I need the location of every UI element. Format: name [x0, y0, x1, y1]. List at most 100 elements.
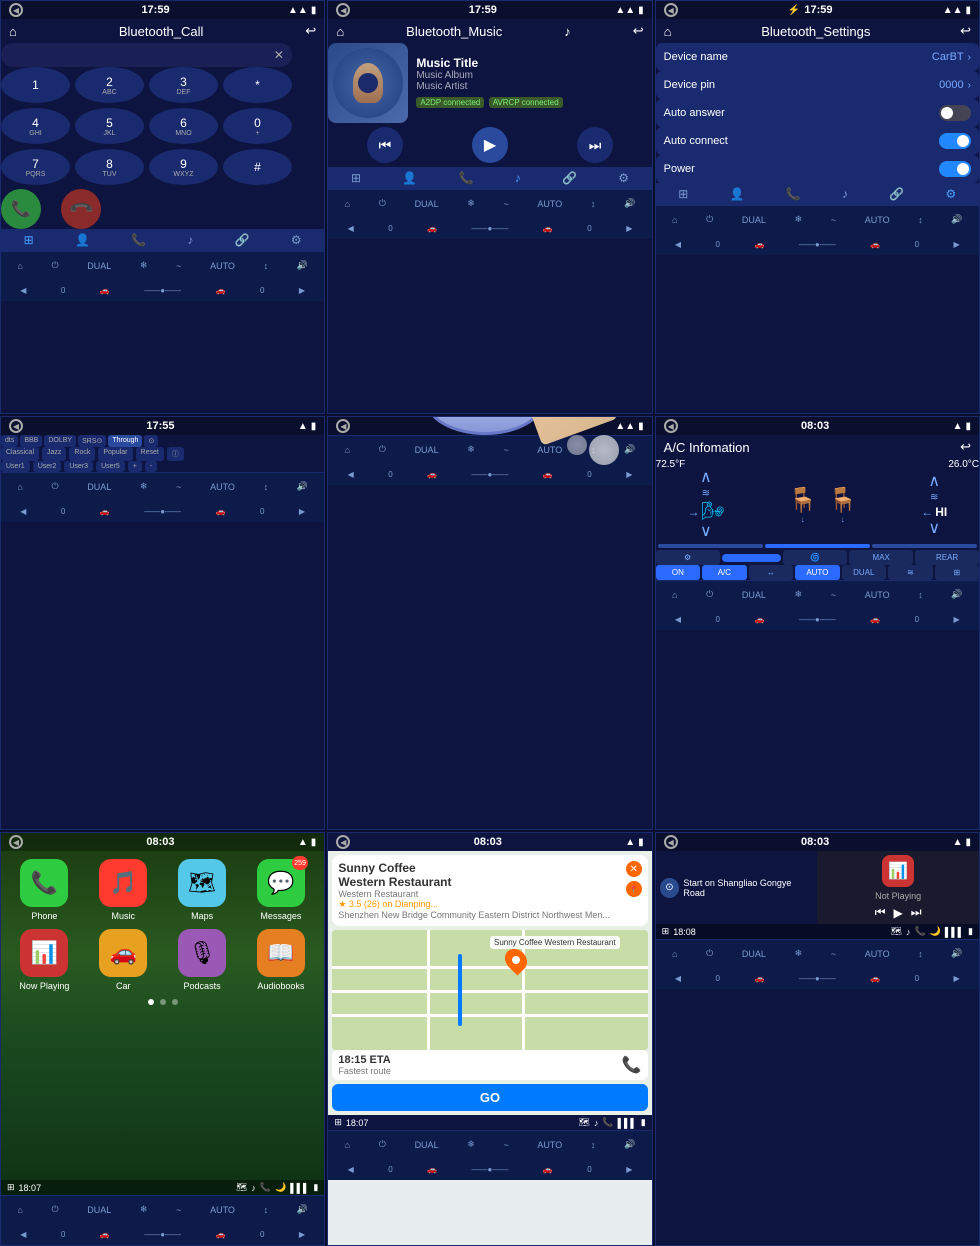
rear-defrost-btn[interactable]: ⊞ [935, 565, 979, 580]
auto-answer-toggle[interactable] [939, 105, 971, 121]
prev-button[interactable]: ⏮ [367, 127, 403, 163]
tab-user[interactable]: 👤 [75, 233, 90, 247]
fan-nav-p4[interactable]: ~ [176, 482, 181, 492]
seat-l[interactable]: 🚗 [100, 286, 110, 295]
tab-music-p3[interactable]: ♪ [842, 187, 848, 201]
dual-btn-ac[interactable]: DUAL [842, 565, 886, 580]
slider-p5[interactable]: ——●—— [472, 470, 509, 479]
app-maps[interactable]: 🗺 Maps [167, 859, 238, 921]
nav-dir-icon[interactable]: ⊙ [660, 878, 680, 898]
dial-0[interactable]: 0+ [223, 108, 292, 144]
auto-connect-toggle[interactable] [939, 133, 971, 149]
vol-nav[interactable]: 🔊 [297, 260, 308, 271]
popular-btn[interactable]: Popular [98, 447, 132, 461]
vol-nav-p8[interactable]: 🔊 [624, 1139, 635, 1150]
app-messages[interactable]: 💬 259 Messages [245, 859, 316, 921]
slider-p7[interactable]: ——●—— [144, 1230, 181, 1239]
app-car[interactable]: 🚗 Car [88, 929, 159, 991]
back-button-p1[interactable]: ◀ [9, 3, 23, 17]
remove-user-btn[interactable]: - [145, 461, 157, 472]
seat-l-p9[interactable]: 🚗 [754, 974, 764, 983]
ac-return-icon[interactable]: ↩ [960, 439, 971, 455]
vol-nav-p9[interactable]: 🔊 [951, 948, 962, 959]
setting-device-pin[interactable]: Device pin 0000 › [656, 71, 979, 99]
home-nav[interactable]: ⌂ [17, 261, 22, 271]
audiobooks-icon[interactable]: 📖 [257, 929, 305, 977]
seat-l-p8[interactable]: 🚗 [427, 1165, 437, 1174]
snow-nav-p4[interactable]: ❄ [140, 481, 148, 492]
auto-btn-ac[interactable]: AUTO [795, 565, 839, 580]
fwd-p4[interactable]: ▶ [299, 507, 305, 516]
back-button-p9[interactable]: ◀ [664, 835, 678, 849]
messages-icon[interactable]: 💬 259 [257, 859, 305, 907]
now-playing-icon[interactable]: 📊 [20, 929, 68, 977]
snow-nav-p2[interactable]: ❄ [467, 198, 475, 209]
seat-r-ac[interactable]: 🚗 [870, 615, 880, 624]
tab-settings-p2[interactable]: ⚙ [618, 171, 629, 185]
tab-settings-p3[interactable]: ⚙ [946, 187, 957, 201]
fan-nav-p3[interactable]: ~ [831, 215, 836, 225]
grid-icon-p8[interactable]: ⊞ [334, 1117, 342, 1128]
srs-btn[interactable]: SRS⊙ [78, 435, 106, 447]
dial-3[interactable]: 3DEF [149, 67, 218, 103]
left-arrow-up[interactable]: ∧ [700, 470, 712, 486]
call-search-bar[interactable]: ✕ [1, 43, 292, 67]
back-button-p4[interactable]: ◀ [9, 419, 23, 433]
temp-nav-p8[interactable]: ↕ [591, 1140, 596, 1150]
back-p5[interactable]: ◀ [348, 470, 354, 479]
dial-4[interactable]: 4GHI [1, 108, 70, 144]
dial-9[interactable]: 9WXYZ [149, 149, 218, 185]
down-arrow-l[interactable]: ↓ [801, 515, 805, 524]
seat-l-p4[interactable]: 🚗 [100, 507, 110, 516]
snow-nav-p8[interactable]: ❄ [467, 1139, 475, 1150]
dolby-btn[interactable]: DOLBY [44, 435, 76, 447]
vol-nav-p3[interactable]: 🔊 [951, 214, 962, 225]
grid-icon-cp[interactable]: ⊞ [7, 1182, 15, 1193]
return-icon-p2[interactable]: ↩ [633, 23, 644, 39]
fwd-p6[interactable]: ▶ [954, 615, 960, 624]
maps-icon[interactable]: 🗺 [178, 859, 226, 907]
seat-r-p3[interactable]: 🚗 [870, 240, 880, 249]
dial-2[interactable]: 2ABC [75, 67, 144, 103]
power-nav-p9[interactable]: ⏻ [706, 948, 713, 959]
add-user-btn[interactable]: + [128, 461, 142, 472]
seat-r-p7[interactable]: 🚗 [216, 1230, 226, 1239]
dial-6[interactable]: 6MNO [149, 108, 218, 144]
user5-btn[interactable]: User5 [96, 461, 125, 472]
fwd-p8[interactable]: ▶ [626, 1165, 632, 1174]
play-button[interactable]: ▶ [472, 127, 508, 163]
slider-p9[interactable]: ——●—— [799, 974, 836, 983]
app-music[interactable]: 🎵 Music [88, 859, 159, 921]
dts-btn[interactable]: dts [1, 435, 18, 447]
slider-p2[interactable]: ——●—— [472, 224, 509, 233]
max-btn[interactable]: MAX [849, 550, 913, 565]
dial-star[interactable]: * [223, 67, 292, 103]
dial-hash[interactable]: # [223, 149, 292, 185]
np-next-btn[interactable]: ⏭ [911, 905, 922, 920]
dot-3[interactable] [172, 999, 178, 1005]
power-nav-p8[interactable]: ⏻ [379, 1139, 386, 1150]
left-arrow-down[interactable]: ∨ [700, 524, 712, 540]
tab-link[interactable]: 🔗 [235, 233, 250, 247]
temp-nav-p9[interactable]: ↕ [918, 949, 923, 959]
seat-r-p2[interactable]: 🚗 [543, 224, 553, 233]
seat-l-p3[interactable]: 🚗 [754, 240, 764, 249]
home-nav-p4[interactable]: ⌂ [17, 482, 22, 492]
temp-nav-p4[interactable]: ↕ [264, 482, 269, 492]
seat-l-p5[interactable]: 🚗 [427, 470, 437, 479]
slider-p3[interactable]: ——●—— [799, 240, 836, 249]
down-arrow-r[interactable]: ↓ [841, 515, 845, 524]
reset-btn[interactable]: Reset [136, 447, 164, 461]
fan-nav[interactable]: ~ [176, 261, 181, 271]
setting-device-name[interactable]: Device name CarBT › [656, 43, 979, 71]
home-nav-p7[interactable]: ⌂ [17, 1205, 22, 1215]
snow-nav-p9[interactable]: ❄ [795, 948, 803, 959]
tab-link-p3[interactable]: 🔗 [889, 187, 904, 201]
back-p3[interactable]: ◀ [675, 240, 681, 249]
temp-nav-p3[interactable]: ↕ [918, 215, 923, 225]
back-button-p5[interactable]: ◀ [336, 419, 350, 433]
tab-user-p2[interactable]: 👤 [402, 171, 417, 185]
snow-nav[interactable]: ❄ [140, 260, 148, 271]
fwd-p2[interactable]: ▶ [626, 224, 632, 233]
fwd-p9[interactable]: ▶ [954, 974, 960, 983]
